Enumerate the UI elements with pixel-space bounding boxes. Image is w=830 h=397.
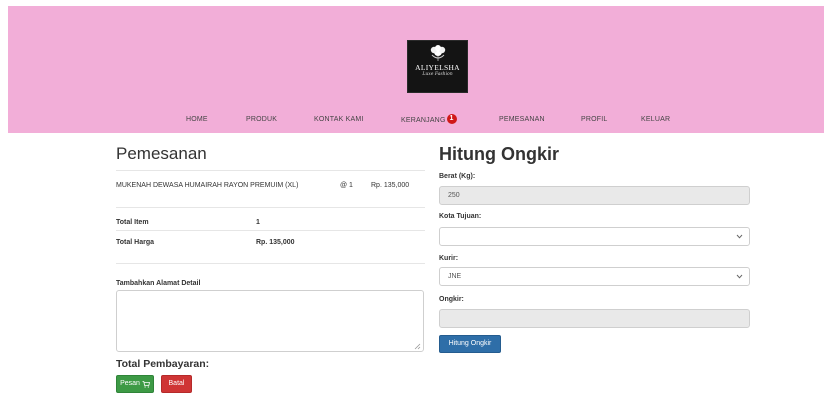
nav-keranjang-label: KERANJANG: [401, 116, 446, 124]
main-nav: HOME PRODUK KONTAK KAMI KERANJANG 1 PEMES…: [8, 114, 824, 127]
pesan-button[interactable]: Pesan: [116, 375, 154, 393]
berat-field[interactable]: 250: [439, 186, 750, 205]
batal-button[interactable]: Batal: [161, 375, 192, 393]
kurir-value: JNE: [448, 273, 462, 280]
nav-keluar[interactable]: KELUAR: [641, 115, 670, 125]
chevron-down-icon: [736, 234, 743, 239]
nav-home[interactable]: HOME: [186, 115, 208, 125]
nav-profil[interactable]: PROFIL: [581, 115, 607, 125]
site-header: ALIYELSHA Luxe Fashion HOME PRODUK KONTA…: [8, 6, 824, 133]
address-label: Tambahkan Alamat Detail: [116, 280, 201, 287]
pesan-button-label: Pesan: [120, 380, 140, 387]
kota-tujuan-select[interactable]: [439, 227, 750, 246]
brand-logo[interactable]: ALIYELSHA Luxe Fashion: [407, 40, 468, 93]
hitung-ongkir-button[interactable]: Hitung Ongkir: [439, 335, 501, 353]
brand-tagline: Luxe Fashion: [422, 72, 453, 77]
cart-icon: [142, 380, 150, 388]
nav-produk[interactable]: PRODUK: [246, 115, 277, 125]
order-item-qty: @ 1: [340, 182, 353, 189]
nav-pemesanan[interactable]: PEMESANAN: [499, 115, 545, 125]
total-harga-value: Rp. 135,000: [256, 239, 295, 246]
ongkir-field[interactable]: [439, 309, 750, 328]
divider: [116, 207, 425, 208]
total-harga-label: Total Harga: [116, 239, 154, 246]
nav-keranjang[interactable]: KERANJANG 1: [401, 114, 457, 126]
kurir-select[interactable]: JNE: [439, 267, 750, 286]
chevron-down-icon: [736, 274, 743, 279]
total-item-label: Total Item: [116, 219, 149, 226]
ongkir-label: Ongkir:: [439, 296, 464, 303]
shipping-title: Hitung Ongkir: [439, 144, 559, 164]
berat-label: Berat (Kg):: [439, 173, 476, 180]
cart-count-badge: 1: [446, 114, 457, 124]
flower-logo-icon: [430, 45, 445, 61]
resize-grip-icon[interactable]: [413, 342, 421, 350]
kota-tujuan-label: Kota Tujuan:: [439, 213, 482, 220]
kurir-label: Kurir:: [439, 255, 459, 262]
address-textarea[interactable]: [116, 290, 424, 352]
order-item-price: Rp. 135,000: [371, 182, 410, 189]
order-title: Pemesanan: [116, 144, 207, 163]
total-pembayaran-label: Total Pembayaran:: [116, 358, 210, 370]
divider: [116, 170, 425, 171]
divider: [116, 230, 425, 231]
brand-name: ALIYELSHA: [415, 63, 460, 72]
divider: [116, 263, 425, 264]
nav-kontak-kami[interactable]: KONTAK KAMI: [314, 115, 364, 125]
order-item-name: MUKENAH DEWASA HUMAIRAH RAYON PREMUIM (X…: [116, 182, 299, 189]
total-item-value: 1: [256, 219, 260, 226]
